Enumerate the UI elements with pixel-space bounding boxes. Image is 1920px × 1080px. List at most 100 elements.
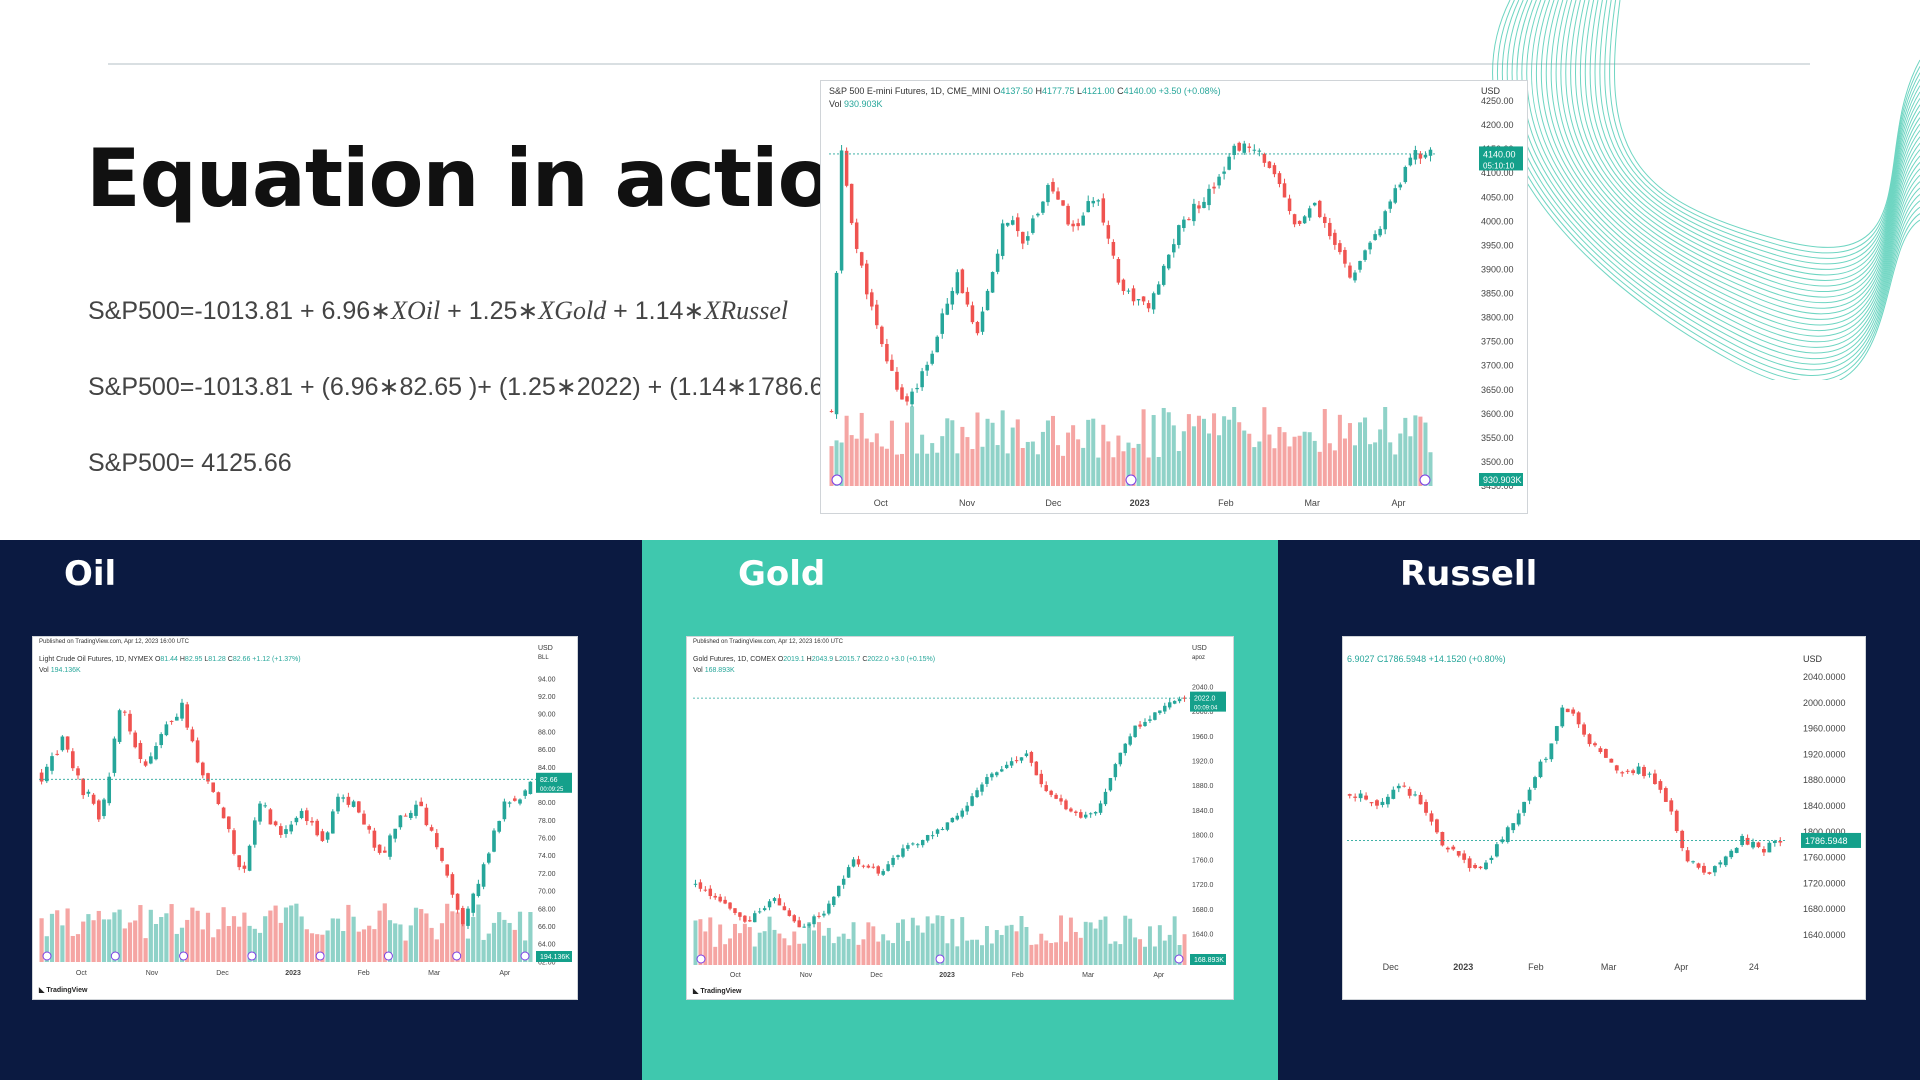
volume-bar — [849, 435, 854, 486]
volume-bar — [1186, 414, 1191, 486]
volume-bar — [1317, 451, 1322, 486]
dividend-marker-icon — [42, 951, 52, 961]
candle-body — [945, 822, 950, 830]
x-tick-label: Oct — [874, 498, 889, 508]
y-tick-label: 94.00 — [538, 676, 556, 683]
volume-bar — [372, 929, 377, 962]
volume-bar — [190, 907, 195, 962]
candle-body — [925, 835, 930, 841]
volume-bar — [851, 922, 856, 965]
candle-body — [866, 865, 871, 868]
candle-body — [1462, 853, 1467, 860]
volume-bar — [1128, 918, 1133, 965]
candle-body — [743, 915, 747, 922]
candle-body — [1026, 236, 1030, 241]
candle-body — [1222, 171, 1226, 174]
volume-badge-label: 168.893K — [1194, 957, 1224, 964]
candle-body — [950, 817, 955, 823]
y-tick-label: 3550.00 — [1481, 433, 1514, 443]
equation-result: S&P500= 4125.66 — [88, 449, 292, 477]
candle-body — [925, 364, 929, 371]
candle-body — [289, 824, 294, 832]
candle-body — [476, 883, 481, 897]
volume-bar — [96, 910, 101, 962]
candle-body — [728, 902, 732, 909]
candle-body — [351, 801, 356, 807]
candle-body — [273, 821, 278, 826]
candle-body — [1734, 847, 1739, 853]
candle-body — [841, 878, 846, 885]
volume-bar — [812, 930, 816, 965]
volume-bar — [335, 918, 341, 962]
volume-bar — [351, 916, 356, 962]
candle-body — [1163, 705, 1167, 712]
volume-bar — [1141, 409, 1146, 486]
volume-bar — [836, 936, 841, 965]
volume-bar — [1014, 931, 1019, 965]
volume-bar — [1004, 925, 1009, 965]
candle-body — [1484, 862, 1488, 870]
candle-body — [870, 292, 874, 307]
candle-body — [880, 326, 884, 345]
dividend-marker-icon — [1174, 954, 1184, 964]
x-tick-label: Dec — [216, 970, 229, 977]
candle-body — [995, 772, 999, 776]
volume-bar — [367, 925, 372, 962]
y-tick-label: 3750.00 — [1481, 337, 1514, 347]
candle-body — [920, 840, 925, 846]
volume-label: Vol 168.893K — [693, 667, 735, 674]
candle-body — [492, 830, 496, 852]
candle-body — [945, 303, 950, 315]
volume-bar — [299, 916, 304, 962]
volume-bar — [507, 922, 512, 962]
candle-body — [450, 874, 455, 895]
candle-body — [980, 311, 985, 332]
y-tick-label: 1720.0000 — [1803, 878, 1846, 888]
candle-body — [1445, 847, 1450, 850]
y-tick-label: 74.00 — [538, 853, 556, 860]
candle-body — [518, 799, 522, 804]
candle-body — [890, 359, 894, 371]
candle-body — [802, 926, 806, 928]
candle-body — [91, 794, 96, 804]
y-tick-label: 3600.00 — [1481, 409, 1514, 419]
oil-chart: Published on TradingView.com, Apr 12, 20… — [38, 639, 572, 994]
candle-body — [980, 784, 984, 792]
candle-body — [1187, 219, 1191, 221]
candle-body — [1614, 765, 1619, 771]
candle-body — [940, 828, 945, 830]
volume-bar — [915, 925, 920, 965]
candle-body — [827, 903, 831, 914]
volume-bar — [273, 905, 278, 962]
y-tick-label: 1880.0000 — [1803, 775, 1846, 785]
published-note: Published on TradingView.com, Apr 12, 20… — [39, 639, 190, 645]
candle-body — [1064, 800, 1068, 810]
volume-bar — [896, 922, 900, 965]
candle-body — [970, 796, 974, 806]
y-tick-label: 90.00 — [538, 712, 556, 719]
candle-body — [1041, 201, 1045, 213]
candle-body — [1685, 850, 1690, 862]
dividend-marker-icon — [831, 474, 843, 486]
volume-bar — [1029, 944, 1034, 965]
volume-bar — [70, 935, 75, 962]
candle-body — [1663, 788, 1668, 802]
candle-body — [985, 290, 990, 311]
volume-bar — [965, 940, 970, 965]
volume-bar — [1138, 939, 1143, 965]
candle-body — [1429, 813, 1434, 822]
candle-body — [1702, 865, 1706, 873]
candle-body — [1172, 244, 1176, 253]
volume-bar — [361, 929, 367, 962]
candle-body — [1440, 832, 1445, 846]
volume-bar — [403, 940, 408, 962]
volume-bar — [1009, 924, 1014, 965]
volume-bar — [1162, 940, 1167, 965]
volume-bar — [910, 917, 915, 965]
candle-body — [1571, 709, 1576, 714]
volume-bar — [792, 931, 797, 965]
volume-bar — [107, 919, 112, 962]
candle-body — [881, 871, 885, 875]
wave-line — [1516, 0, 1920, 360]
volume-bar — [330, 918, 335, 962]
